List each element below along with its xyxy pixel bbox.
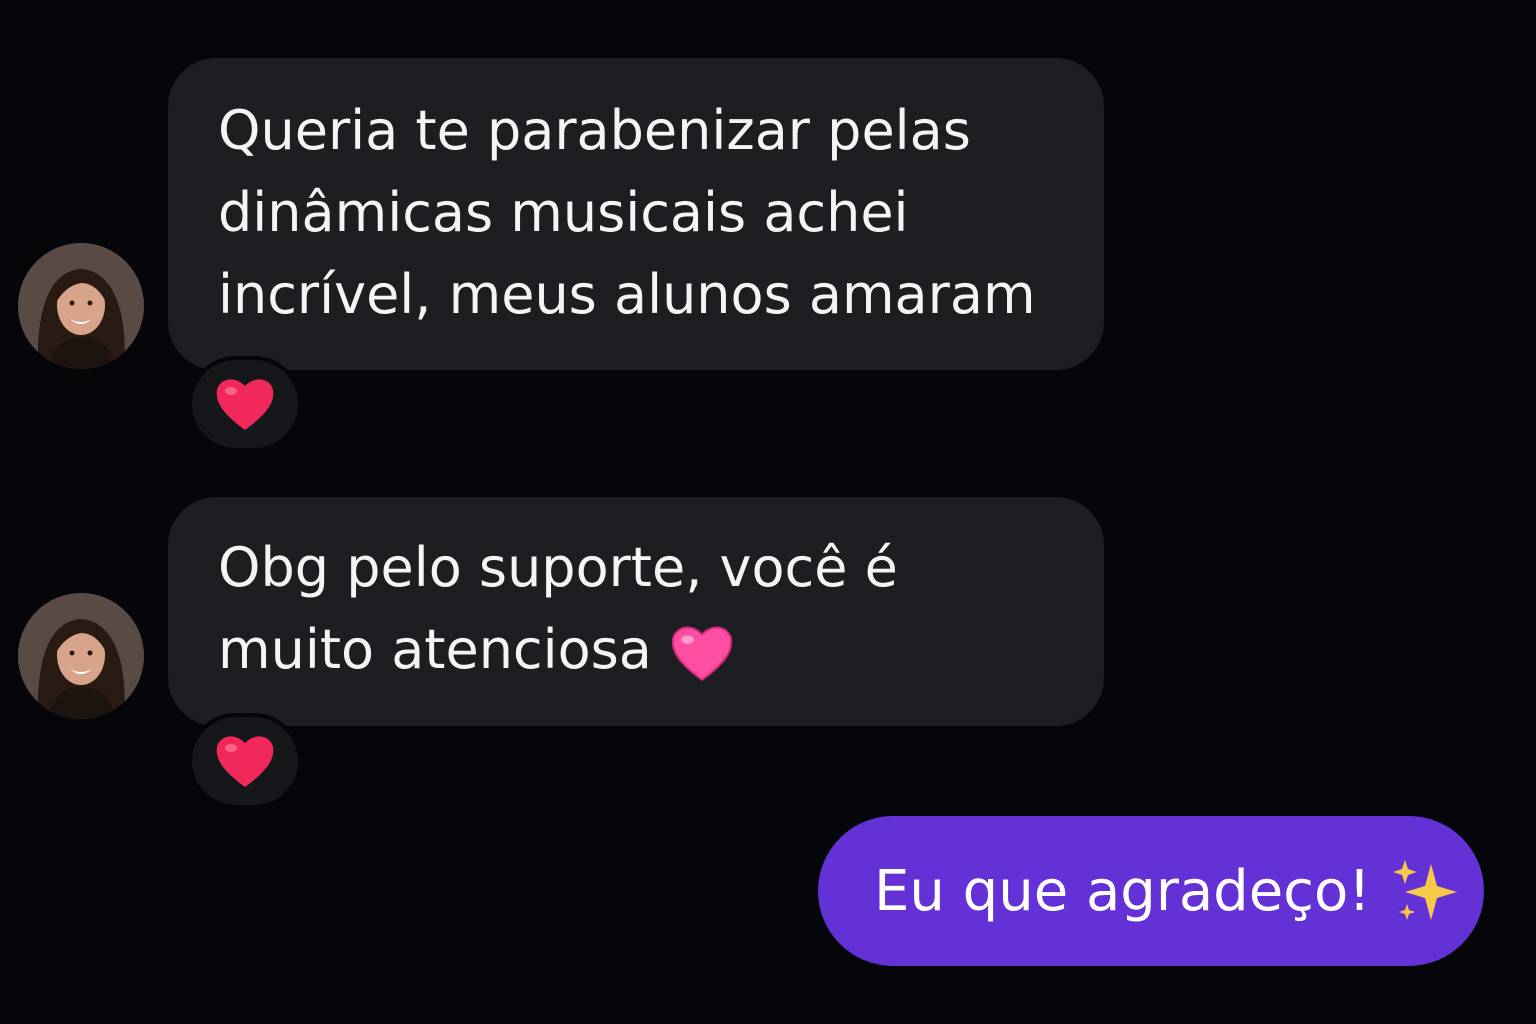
red-heart-icon: [216, 379, 274, 430]
message-text-line: dinâmicas musicais achei: [218, 181, 909, 244]
contact-avatar[interactable]: [18, 593, 144, 719]
chat-thread: Queria te parabenizar pelas dinâmicas mu…: [0, 0, 1536, 1024]
message-reaction[interactable]: [188, 713, 302, 809]
message-text: Eu que agradeço!: [874, 858, 1371, 924]
message-text-line: incrível, meus alunos amaram: [218, 263, 1036, 326]
sparkles-icon: [1392, 860, 1457, 920]
message-text: muito atenciosa: [218, 618, 652, 681]
message-bubble[interactable]: Obg pelo suporte, você é muito atenciosa: [168, 497, 1104, 726]
message-bubble[interactable]: Queria te parabenizar pelas dinâmicas mu…: [168, 58, 1104, 370]
message-text-line: Queria te parabenizar pelas: [218, 99, 971, 162]
message-text-line: muito atenciosa: [218, 609, 1056, 691]
pink-heart-icon: [671, 626, 733, 682]
message-text-line: Obg pelo suporte, você é: [218, 536, 898, 599]
contact-avatar[interactable]: [18, 243, 144, 369]
message-bubble-outgoing[interactable]: Eu que agradeço!: [818, 816, 1484, 966]
avatar-photo: [18, 243, 144, 369]
avatar-photo: [18, 593, 144, 719]
red-heart-icon: [216, 736, 274, 787]
message-reaction[interactable]: [188, 356, 302, 452]
